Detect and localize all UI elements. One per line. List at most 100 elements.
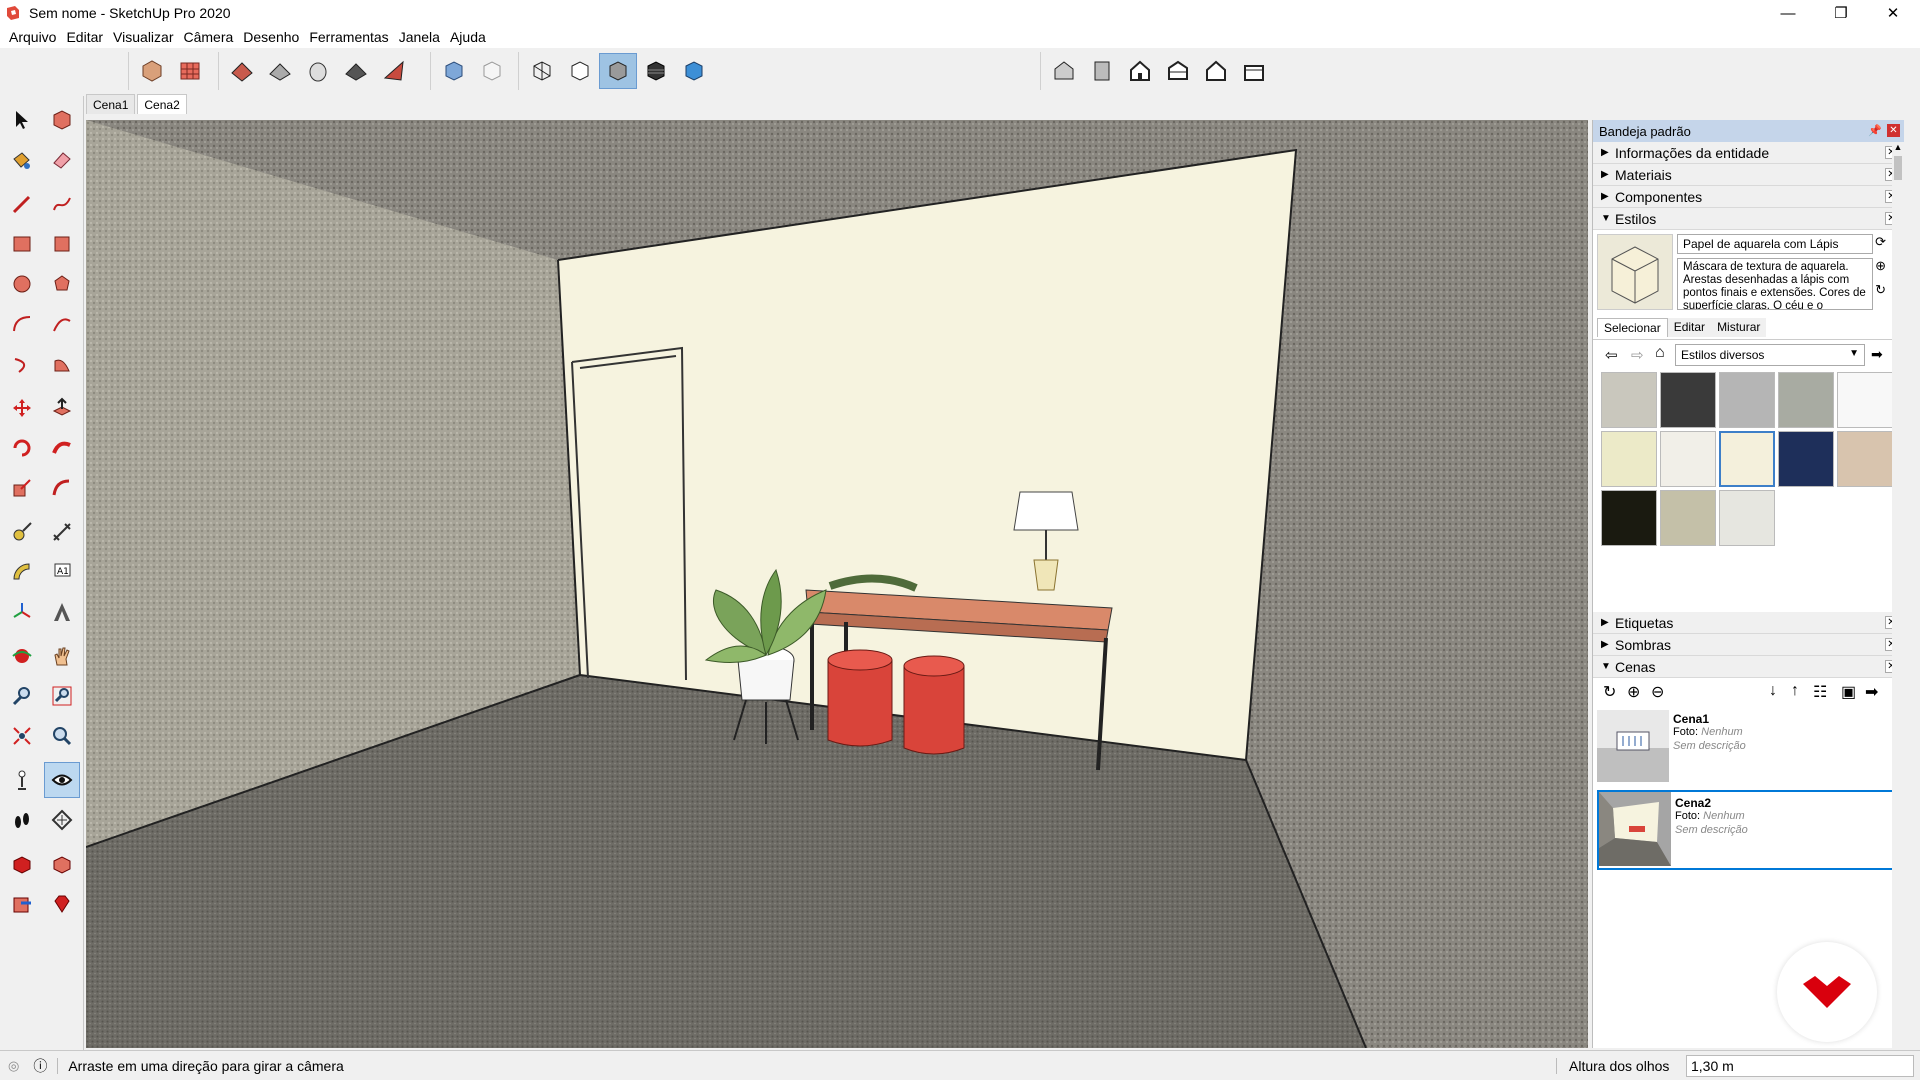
polygon-tool-icon[interactable] xyxy=(44,266,80,302)
scroll-up-icon[interactable]: ▲ xyxy=(1892,142,1904,154)
drape-icon[interactable] xyxy=(375,53,413,89)
look-around-icon[interactable] xyxy=(44,762,80,798)
rectangle-tool-icon[interactable] xyxy=(4,226,40,262)
push-pull-icon[interactable] xyxy=(44,390,80,426)
tray-scrollbar[interactable]: ▲ xyxy=(1892,142,1904,1048)
zoom-extents-icon[interactable] xyxy=(4,718,40,754)
scroll-thumb[interactable] xyxy=(1894,156,1902,180)
warehouse-icon[interactable] xyxy=(4,846,40,882)
panel-styles[interactable]: ▼Estilos✕ xyxy=(1593,208,1904,230)
style-thumbnail[interactable] xyxy=(1778,431,1834,487)
tab-editar[interactable]: Editar xyxy=(1667,318,1712,337)
move-scene-up-icon[interactable]: ↑ xyxy=(1791,682,1799,700)
panel-scenes[interactable]: ▼Cenas✕ xyxy=(1593,656,1904,678)
iso-view-icon[interactable] xyxy=(1045,53,1083,89)
from-contours-icon[interactable] xyxy=(223,53,261,89)
front-view-icon[interactable] xyxy=(1121,53,1159,89)
menu-ajuda[interactable]: Ajuda xyxy=(445,29,491,45)
style-thumbnail[interactable] xyxy=(1837,431,1893,487)
panel-materials[interactable]: ▶Materiais✕ xyxy=(1593,164,1904,186)
left-view-icon[interactable] xyxy=(1235,53,1273,89)
style-thumbnail[interactable] xyxy=(1660,490,1716,546)
text-tool-icon[interactable]: A1 xyxy=(44,554,80,590)
tab-misturar[interactable]: Misturar xyxy=(1711,318,1767,337)
circle-tool-icon[interactable] xyxy=(4,266,40,302)
menu-editar[interactable]: Editar xyxy=(61,29,108,45)
show-details-icon[interactable]: ▣ xyxy=(1841,682,1856,702)
freehand-tool-icon[interactable] xyxy=(44,186,80,222)
pin-icon[interactable]: 📌 xyxy=(1868,124,1882,137)
style-thumbnail[interactable] xyxy=(1660,372,1716,428)
dimension-tool-icon[interactable] xyxy=(44,514,80,550)
details-arrow-icon[interactable]: ➡ xyxy=(1871,346,1883,363)
style-thumbnail[interactable] xyxy=(1601,372,1657,428)
update-scene-icon[interactable]: ↻ xyxy=(1603,682,1616,702)
style-collection-select[interactable]: Estilos diversos ▼ xyxy=(1675,344,1865,366)
orbit-tool-icon[interactable] xyxy=(4,638,40,674)
arc-tool-icon[interactable] xyxy=(4,306,40,342)
paint-grid-icon[interactable] xyxy=(171,53,209,89)
home-icon[interactable]: ⌂ xyxy=(1655,344,1665,362)
view-options-icon[interactable]: ☷ xyxy=(1813,682,1827,702)
style-thumbnail[interactable] xyxy=(1837,372,1893,428)
tray-close-icon[interactable]: ✕ xyxy=(1887,124,1900,137)
geo-location-icon[interactable]: ◎ xyxy=(8,1058,19,1074)
menu-arquivo[interactable]: Arquivo xyxy=(4,29,61,45)
back-view-icon[interactable] xyxy=(1197,53,1235,89)
stamp-icon[interactable] xyxy=(337,53,375,89)
select-tool-icon[interactable] xyxy=(4,102,40,138)
menu-visualizar[interactable]: Visualizar xyxy=(108,29,178,45)
menu-camera[interactable]: Câmera xyxy=(178,29,238,45)
menu-janela[interactable]: Janela xyxy=(394,29,445,45)
panel-shadows[interactable]: ▶Sombras✕ xyxy=(1593,634,1904,656)
offset-tool-icon[interactable] xyxy=(44,470,80,506)
three-point-arc-icon[interactable] xyxy=(4,346,40,382)
paint-bucket-icon[interactable] xyxy=(4,142,40,178)
update-style-icon[interactable]: ⟳ xyxy=(1875,234,1886,250)
make-component-tool-icon[interactable] xyxy=(44,102,80,138)
info-icon[interactable]: ⓘ xyxy=(33,1056,47,1076)
share-model-icon[interactable] xyxy=(44,846,80,882)
tape-measure-icon[interactable] xyxy=(4,514,40,550)
protractor-icon[interactable] xyxy=(4,554,40,590)
right-view-icon[interactable] xyxy=(1159,53,1197,89)
model-viewport[interactable] xyxy=(86,120,1588,1048)
remove-scene-icon[interactable]: ⊖ xyxy=(1651,682,1664,702)
refresh-style-icon[interactable]: ↻ xyxy=(1875,282,1886,298)
pie-tool-icon[interactable] xyxy=(44,346,80,382)
from-scratch-icon[interactable] xyxy=(261,53,299,89)
ruby-console-icon[interactable] xyxy=(44,886,80,922)
move-tool-icon[interactable] xyxy=(4,390,40,426)
3d-text-icon[interactable] xyxy=(44,594,80,630)
monochrome-icon[interactable] xyxy=(675,53,713,89)
rotated-rectangle-icon[interactable] xyxy=(44,226,80,262)
style-name-field[interactable]: Papel de aquarela com Lápis xyxy=(1677,234,1873,254)
back-arrow-icon[interactable]: ⇦ xyxy=(1605,346,1618,364)
style-thumbnail[interactable] xyxy=(1719,490,1775,546)
style-description-field[interactable]: Máscara de textura de aquarela. Arestas … xyxy=(1677,258,1873,310)
scene-details-arrow-icon[interactable]: ➡ xyxy=(1865,682,1878,702)
zoom-tool-icon[interactable] xyxy=(4,678,40,714)
hidden-line-icon[interactable] xyxy=(561,53,599,89)
pan-tool-icon[interactable] xyxy=(44,638,80,674)
wireframe-icon[interactable] xyxy=(523,53,561,89)
scene-item-cena1[interactable]: Cena1 Foto: Nenhum Sem descrição xyxy=(1593,706,1904,790)
top-view-icon[interactable] xyxy=(1083,53,1121,89)
eraser-icon[interactable] xyxy=(44,142,80,178)
line-tool-icon[interactable] xyxy=(4,186,40,222)
measurement-box[interactable]: 1,30 m xyxy=(1686,1055,1914,1077)
style-thumbnail[interactable] xyxy=(1660,431,1716,487)
panel-entity-info[interactable]: ▶Informações da entidade✕ xyxy=(1593,142,1904,164)
follow-me-icon[interactable] xyxy=(44,430,80,466)
style-thumbnail[interactable] xyxy=(1719,372,1775,428)
style-thumbnail[interactable] xyxy=(1778,372,1834,428)
back-edges-icon[interactable] xyxy=(473,53,511,89)
walk-tool-icon[interactable] xyxy=(4,802,40,838)
style-thumbnail-selected[interactable] xyxy=(1719,431,1775,487)
two-point-arc-icon[interactable] xyxy=(44,306,80,342)
style-thumbnail[interactable] xyxy=(1601,490,1657,546)
make-component-icon[interactable] xyxy=(133,53,171,89)
extension-warehouse-icon[interactable] xyxy=(4,886,40,922)
zoom-window-icon[interactable] xyxy=(44,678,80,714)
menu-ferramentas[interactable]: Ferramentas xyxy=(304,29,393,45)
